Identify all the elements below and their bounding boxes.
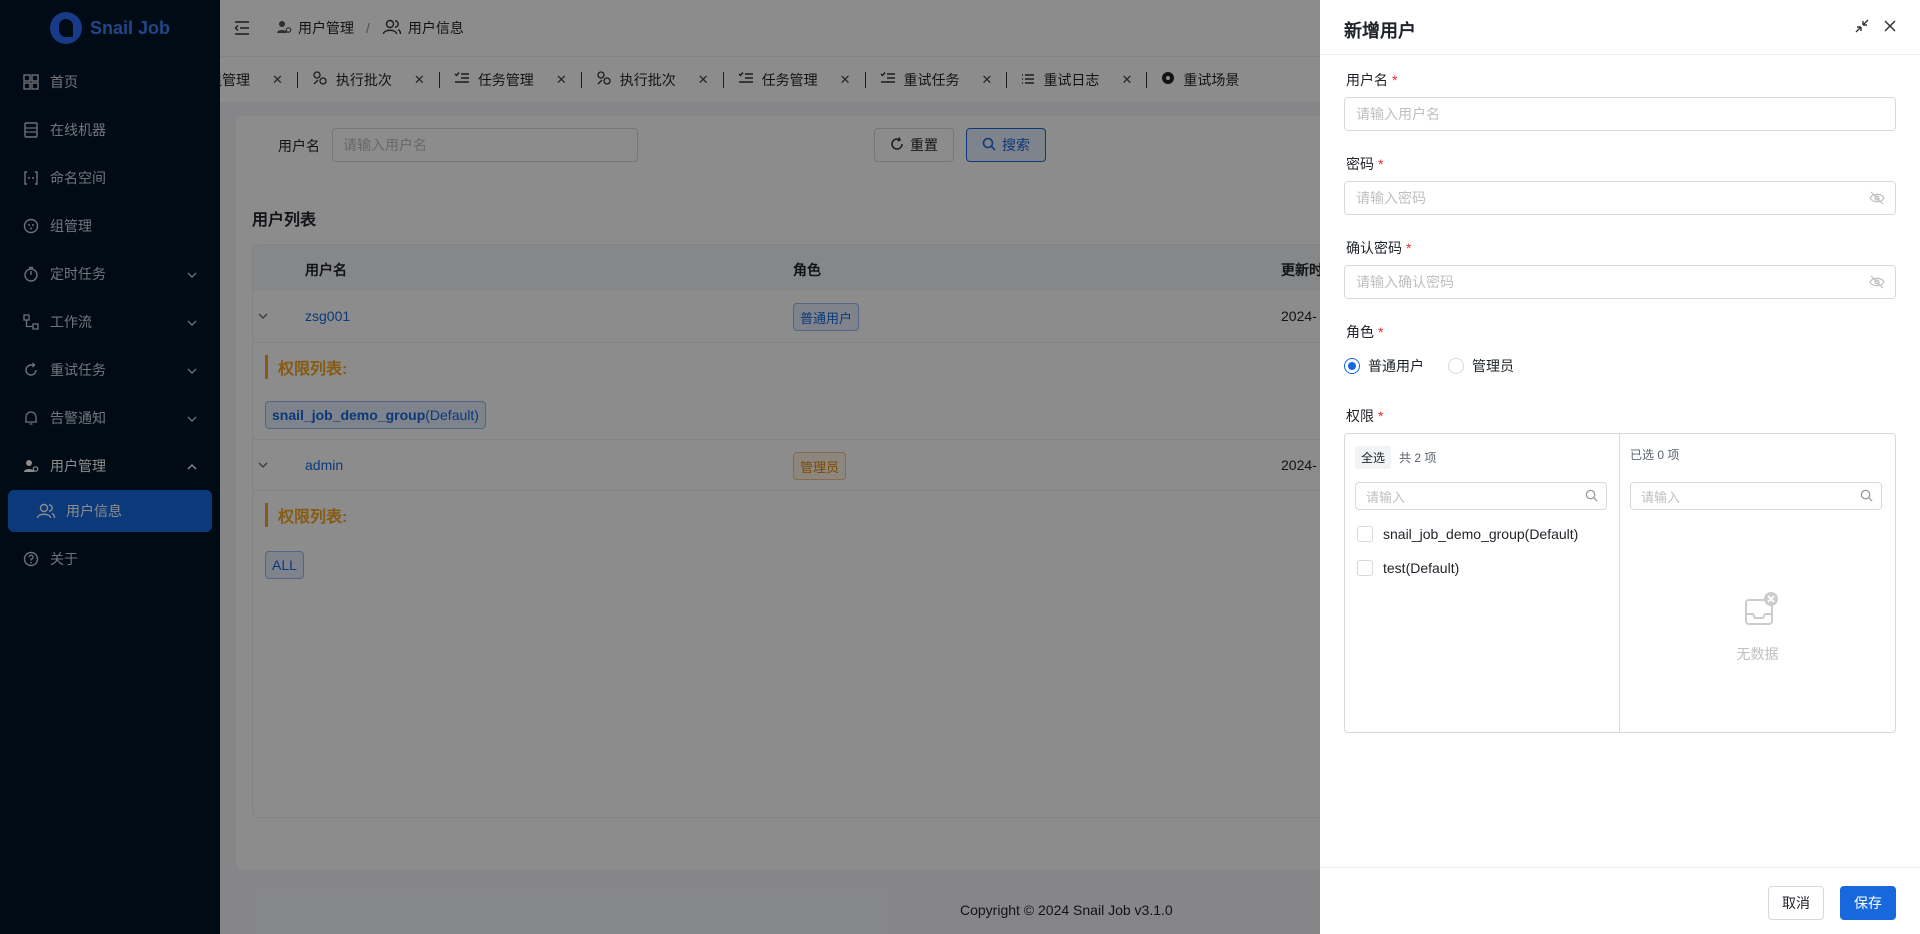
role-radio-group: 普通用户 管理员 [1344, 356, 1514, 376]
confirm-password-field[interactable]: 请输入确认密码 [1344, 265, 1896, 299]
save-button[interactable]: 保存 [1840, 886, 1896, 920]
permission-transfer: 全选 共 2 项 请输入 snail_job_demo_group(Defaul… [1344, 433, 1896, 733]
search-icon [1860, 489, 1873, 505]
add-user-drawer: 新增用户 用户名 * 请输入用户名 密码 * 请输入密码 确认密码 * 请输入确认密码… [1320, 0, 1920, 934]
checkbox[interactable] [1357, 526, 1373, 542]
permission-field-label: 权限 * [1346, 408, 1384, 424]
transfer-item[interactable]: test(Default) [1357, 560, 1459, 576]
transfer-source-header: 全选 共 2 项 [1355, 446, 1436, 469]
input-placeholder: 请输入 [1366, 489, 1406, 505]
search-icon [1585, 489, 1598, 505]
role-field-label: 角色 * [1346, 324, 1384, 340]
checkbox[interactable] [1357, 560, 1373, 576]
collapse-icon[interactable] [1854, 18, 1870, 37]
eye-off-icon[interactable] [1869, 275, 1885, 292]
source-search-input[interactable]: 请输入 [1355, 482, 1607, 510]
username-field[interactable]: 请输入用户名 [1344, 97, 1896, 131]
drawer-title: 新增用户 [1344, 21, 1416, 41]
input-placeholder: 请输入密码 [1356, 190, 1426, 206]
input-placeholder: 请输入 [1641, 489, 1681, 505]
transfer-target-pane: 已选 0 项 请输入 无数据 [1620, 434, 1895, 732]
drawer-header: 新增用户 [1320, 0, 1920, 55]
select-all-button[interactable]: 全选 [1355, 446, 1392, 469]
empty-inbox-icon [1730, 590, 1790, 633]
input-placeholder: 请输入用户名 [1356, 106, 1440, 122]
confirm-password-field-label: 确认密码 * [1346, 240, 1412, 256]
password-field-label: 密码 * [1346, 156, 1384, 172]
target-search-input[interactable]: 请输入 [1630, 482, 1882, 510]
transfer-source-pane: 全选 共 2 项 请输入 snail_job_demo_group(Defaul… [1345, 434, 1620, 732]
target-count: 已选 0 项 [1630, 448, 1680, 462]
drawer-actions [1854, 18, 1898, 37]
password-field[interactable]: 请输入密码 [1344, 181, 1896, 215]
role-radio-admin[interactable]: 管理员 [1448, 356, 1514, 376]
cancel-button[interactable]: 取消 [1768, 886, 1824, 920]
username-field-label: 用户名 * [1346, 72, 1398, 88]
empty-text: 无数据 [1736, 646, 1779, 662]
source-count: 共 2 项 [1399, 451, 1437, 465]
transfer-item[interactable]: snail_job_demo_group(Default) [1357, 526, 1578, 542]
input-placeholder: 请输入确认密码 [1356, 274, 1454, 290]
close-icon[interactable] [1882, 18, 1898, 37]
transfer-target-header: 已选 0 项 [1630, 446, 1679, 463]
role-radio-normal[interactable]: 普通用户 [1344, 356, 1424, 376]
radio-checked [1344, 358, 1360, 374]
drawer-footer: 取消 保存 [1320, 867, 1920, 934]
radio-unchecked [1448, 358, 1464, 374]
eye-off-icon[interactable] [1869, 191, 1885, 208]
